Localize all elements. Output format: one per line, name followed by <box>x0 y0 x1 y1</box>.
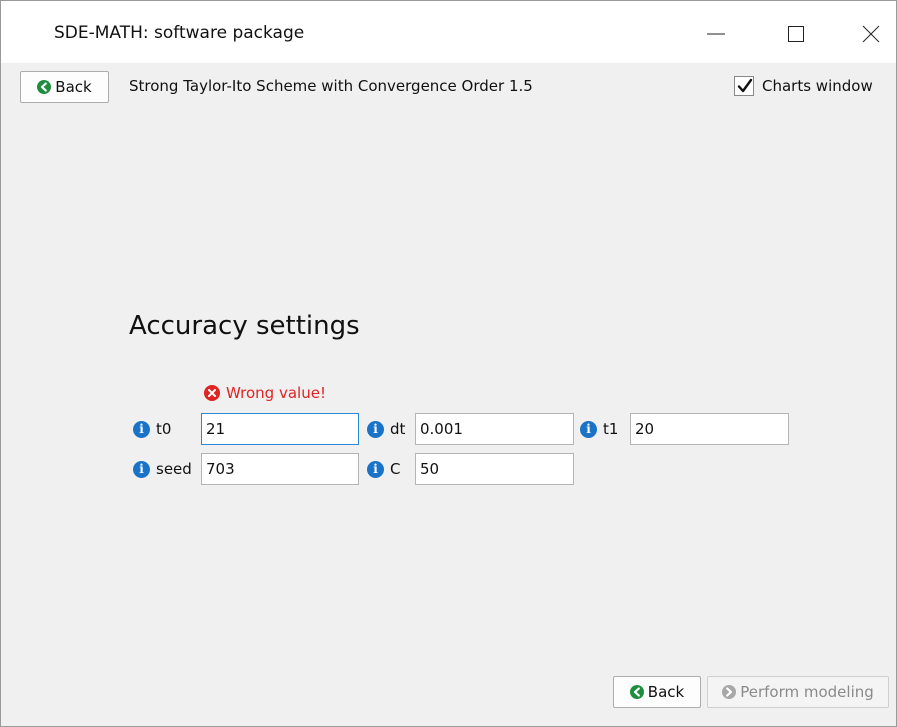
t0-input[interactable] <box>201 413 359 445</box>
section-heading: Accuracy settings <box>129 311 360 341</box>
perform-modeling-button[interactable]: Perform modeling <box>707 676 889 708</box>
checkmark-icon <box>737 78 753 93</box>
main-content: Back Strong Taylor-Ito Scheme with Conve… <box>1 63 896 726</box>
charts-window-checkbox[interactable] <box>734 76 754 96</box>
info-icon[interactable]: i <box>367 460 384 478</box>
charts-window-label: Charts window <box>762 77 873 95</box>
forward-arrow-icon <box>722 685 737 699</box>
info-icon[interactable]: i <box>133 460 150 478</box>
back-arrow-icon <box>629 685 644 699</box>
minimize-button[interactable] <box>681 1 751 63</box>
charts-window-toggle[interactable]: Charts window <box>734 76 873 96</box>
maximize-icon <box>788 26 804 42</box>
t1-label: i t1 <box>580 413 618 445</box>
back-button-label: Back <box>55 78 92 96</box>
maximize-button[interactable] <box>761 1 831 63</box>
t1-label-text: t1 <box>603 420 619 438</box>
back-arrow-icon <box>37 80 52 94</box>
c-input[interactable] <box>415 453 574 485</box>
seed-label-text: seed <box>156 460 192 478</box>
error-icon <box>204 385 220 401</box>
t1-input[interactable] <box>630 413 789 445</box>
app-window: SDE-MATH: software package Back Strong T… <box>0 0 897 727</box>
close-button[interactable] <box>836 1 896 63</box>
back-button-top[interactable]: Back <box>20 71 109 103</box>
t0-label-text: t0 <box>156 420 172 438</box>
c-label: i C <box>367 453 400 485</box>
info-icon[interactable]: i <box>580 420 597 438</box>
seed-input[interactable] <box>201 453 359 485</box>
title-bar: SDE-MATH: software package <box>1 1 896 63</box>
perform-modeling-label: Perform modeling <box>740 683 874 701</box>
dt-label: i dt <box>367 413 405 445</box>
scheme-title: Strong Taylor-Ito Scheme with Convergenc… <box>129 77 533 95</box>
error-message-text: Wrong value! <box>226 384 326 402</box>
info-icon[interactable]: i <box>367 420 384 438</box>
c-label-text: C <box>390 460 401 478</box>
back-button-bottom[interactable]: Back <box>613 676 701 708</box>
error-message: Wrong value! <box>204 384 326 402</box>
info-icon[interactable]: i <box>133 420 150 438</box>
window-title: SDE-MATH: software package <box>54 23 305 43</box>
dt-input[interactable] <box>415 413 574 445</box>
minimize-icon <box>707 33 725 35</box>
back-button-bottom-label: Back <box>647 683 685 701</box>
dt-label-text: dt <box>390 420 406 438</box>
close-icon <box>862 25 880 43</box>
seed-label: i seed <box>133 453 192 485</box>
t0-label: i t0 <box>133 413 171 445</box>
